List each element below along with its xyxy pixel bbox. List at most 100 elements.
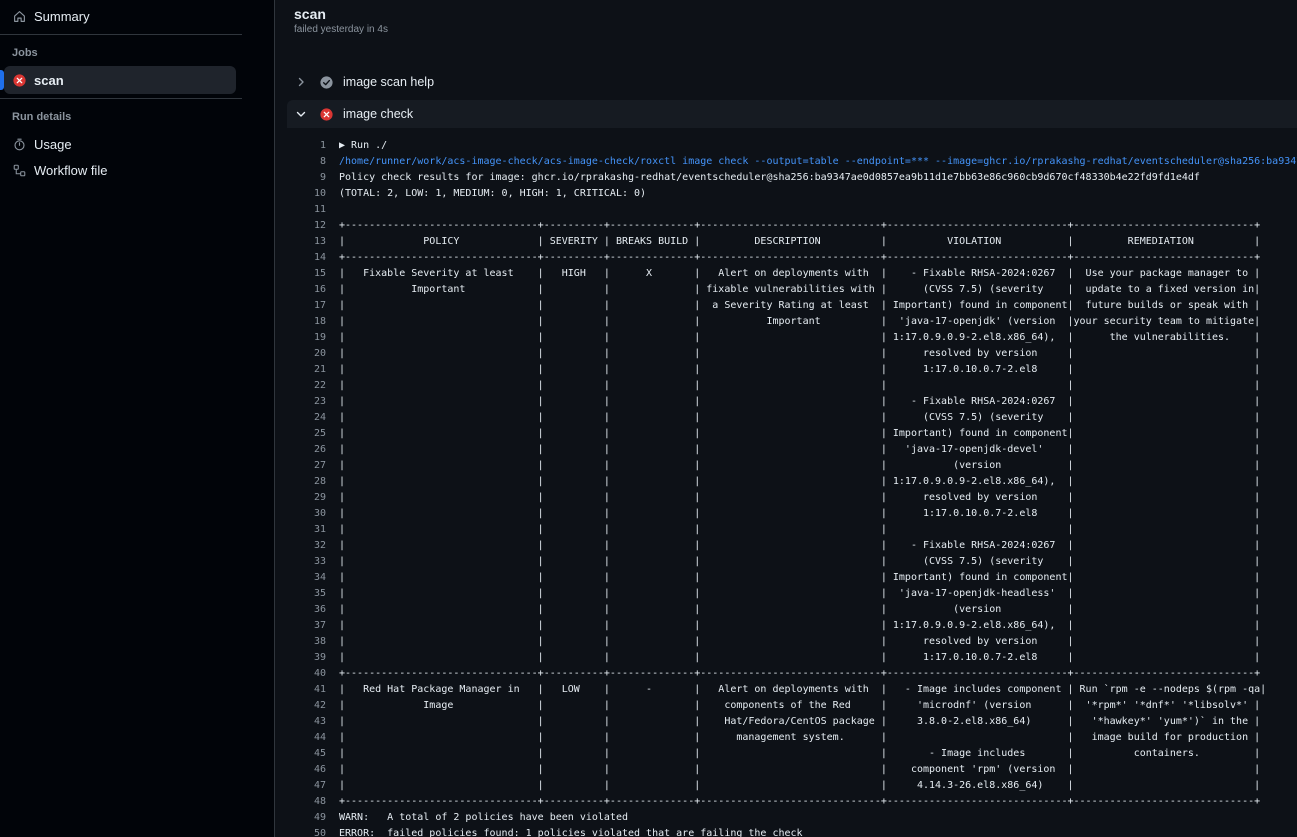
log-line-text: | | | | management system. | | image bui… bbox=[339, 732, 1261, 743]
log-line: 30 | | | | | 1:17.0.10.0.7-2.el8 | | bbox=[275, 506, 1297, 522]
log-line: 16 | Important | | | fixable vulnerabilit… bbox=[275, 282, 1297, 298]
sidebar-divider bbox=[0, 34, 242, 35]
log-line: 21 | | | | | 1:17.0.10.0.7-2.el8 | | bbox=[275, 362, 1297, 378]
log-line-number[interactable]: 25 bbox=[275, 426, 326, 442]
log-line-text: | | | | | 1:17.0.9.0.9-2.el8.x86_64), | … bbox=[339, 620, 1261, 631]
log-line-number[interactable]: 38 bbox=[275, 634, 326, 650]
log-line-number[interactable]: 37 bbox=[275, 618, 326, 634]
log-line-text: | | | | | | | bbox=[339, 524, 1261, 535]
log-line-number[interactable]: 22 bbox=[275, 378, 326, 394]
log-line-number[interactable]: 40 bbox=[275, 666, 326, 682]
log-line-number[interactable]: 13 bbox=[275, 234, 326, 250]
log-line-text: | | | | Important | 'java-17-openjdk' (v… bbox=[339, 316, 1261, 327]
log-line-number[interactable]: 29 bbox=[275, 490, 326, 506]
sidebar-item-workflow-file-label: Workflow file bbox=[34, 162, 108, 178]
log-line-text: +--------------------------------+------… bbox=[339, 668, 1261, 679]
log-line-number[interactable]: 41 bbox=[275, 682, 326, 698]
log-line: 34 | | | | | Important) found in componen… bbox=[275, 570, 1297, 586]
step-label: image scan help bbox=[343, 75, 435, 89]
sidebar: Summary Jobs scan Run details Usage Work… bbox=[0, 0, 275, 837]
log-line-number[interactable]: 43 bbox=[275, 714, 326, 730]
log-group-toggle[interactable]: ▶ Run ./ bbox=[339, 138, 387, 154]
log-line-number[interactable]: 19 bbox=[275, 330, 326, 346]
log-line-number[interactable]: 9 bbox=[275, 170, 326, 186]
log-line: 13 | POLICY | SEVERITY | BREAKS BUILD | D… bbox=[275, 234, 1297, 250]
log-line-number[interactable]: 8 bbox=[275, 154, 326, 170]
log-line-text: Policy check results for image: ghcr.io/… bbox=[339, 172, 1200, 183]
log-line-number[interactable]: 31 bbox=[275, 522, 326, 538]
log-line-number[interactable]: 11 bbox=[275, 202, 326, 218]
log-line-number[interactable]: 16 bbox=[275, 282, 326, 298]
log-line-number[interactable]: 49 bbox=[275, 810, 326, 826]
failure-icon bbox=[12, 73, 26, 87]
log-line-number[interactable]: 33 bbox=[275, 554, 326, 570]
log-line: 25 | | | | | Important) found in componen… bbox=[275, 426, 1297, 442]
log-line-text: | | | | Hat/Fedora/CentOS package | 3.8.… bbox=[339, 716, 1261, 727]
log-line-number[interactable]: 23 bbox=[275, 394, 326, 410]
log-line-number[interactable]: 44 bbox=[275, 730, 326, 746]
log-line-text: | | | | | 1:17.0.9.0.9-2.el8.x86_64), | … bbox=[339, 332, 1261, 343]
log-line-text: | | | | | 'java-17-openjdk-headless' | | bbox=[339, 588, 1261, 599]
log-line-text: | | | | | resolved by version | | bbox=[339, 492, 1261, 503]
step-image-check[interactable]: image check bbox=[287, 100, 1297, 128]
log-line-number[interactable]: 28 bbox=[275, 474, 326, 490]
sidebar-item-job-label: scan bbox=[34, 72, 64, 88]
log-line-number[interactable]: 30 bbox=[275, 506, 326, 522]
log-line-number[interactable]: 34 bbox=[275, 570, 326, 586]
log-line: 14 +--------------------------------+----… bbox=[275, 250, 1297, 266]
log-line-number[interactable]: 24 bbox=[275, 410, 326, 426]
success-icon bbox=[319, 75, 333, 89]
log-line-number[interactable]: 20 bbox=[275, 346, 326, 362]
log-line-number[interactable]: 27 bbox=[275, 458, 326, 474]
log-line-number[interactable]: 14 bbox=[275, 250, 326, 266]
log-line-number[interactable]: 47 bbox=[275, 778, 326, 794]
log-line: 29 | | | | | resolved by version | | bbox=[275, 490, 1297, 506]
log-output: 1 ▶ Run ./8/home/runner/work/acs-image-ch… bbox=[275, 138, 1297, 837]
log-line-text: +--------------------------------+------… bbox=[339, 796, 1261, 807]
sidebar-item-job-scan[interactable]: scan bbox=[0, 66, 236, 94]
log-line-text: | | | | | (version | | bbox=[339, 460, 1261, 471]
sidebar-item-summary[interactable]: Summary bbox=[4, 2, 236, 30]
step-image-scan-help[interactable]: image scan help bbox=[287, 68, 1297, 96]
log-line: 19 | | | | | 1:17.0.9.0.9-2.el8.x86_64), … bbox=[275, 330, 1297, 346]
log-line-number[interactable]: 39 bbox=[275, 650, 326, 666]
log-line-number[interactable]: 10 bbox=[275, 186, 326, 202]
chevron-right-icon bbox=[293, 77, 309, 87]
log-line-text: | | | | | (CVSS 7.5) (severity | | bbox=[339, 556, 1261, 567]
log-line: 8/home/runner/work/acs-image-check/acs-i… bbox=[275, 154, 1297, 170]
stopwatch-icon bbox=[12, 137, 26, 151]
sidebar-item-workflow-file[interactable]: Workflow file bbox=[4, 156, 236, 184]
log-line-number[interactable]: 35 bbox=[275, 586, 326, 602]
log-line: 37 | | | | | 1:17.0.9.0.9-2.el8.x86_64), … bbox=[275, 618, 1297, 634]
log-line-number[interactable]: 15 bbox=[275, 266, 326, 282]
log-line-number[interactable]: 26 bbox=[275, 442, 326, 458]
log-line-number[interactable]: 18 bbox=[275, 314, 326, 330]
log-line-number[interactable]: 32 bbox=[275, 538, 326, 554]
log-line-number[interactable]: 12 bbox=[275, 218, 326, 234]
log-line-text: | | | | | 'java-17-openjdk-devel' | | bbox=[339, 444, 1261, 455]
log-line: 23 | | | | | - Fixable RHSA-2024:0267 | | bbox=[275, 394, 1297, 410]
log-line-text: (TOTAL: 2, LOW: 1, MEDIUM: 0, HIGH: 1, C… bbox=[339, 188, 647, 199]
log-line-number[interactable]: 17 bbox=[275, 298, 326, 314]
log-line-text: | | | | | resolved by version | | bbox=[339, 348, 1261, 359]
log-line: 46 | | | | | component 'rpm' (version | | bbox=[275, 762, 1297, 778]
log-line: 20 | | | | | resolved by version | | bbox=[275, 346, 1297, 362]
log-line: 43 | | | | Hat/Fedora/CentOS package | 3.… bbox=[275, 714, 1297, 730]
log-line-number[interactable]: 46 bbox=[275, 762, 326, 778]
log-line-number[interactable]: 42 bbox=[275, 698, 326, 714]
log-line: 24 | | | | | (CVSS 7.5) (severity | | bbox=[275, 410, 1297, 426]
log-line-text: WARN: A total of 2 policies have been vi… bbox=[339, 812, 628, 823]
log-line-number[interactable]: 48 bbox=[275, 794, 326, 810]
log-line: 39 | | | | | 1:17.0.10.0.7-2.el8 | | bbox=[275, 650, 1297, 666]
sidebar-item-usage[interactable]: Usage bbox=[4, 130, 236, 158]
log-line-text: | | | | | | | bbox=[339, 380, 1261, 391]
log-line-number[interactable]: 45 bbox=[275, 746, 326, 762]
log-line-number[interactable]: 21 bbox=[275, 362, 326, 378]
log-line-number[interactable]: 36 bbox=[275, 602, 326, 618]
log-line-text: | | | | | 1:17.0.10.0.7-2.el8 | | bbox=[339, 364, 1261, 375]
log-line-number[interactable]: 1 bbox=[275, 138, 326, 154]
log-line-number[interactable]: 50 bbox=[275, 826, 326, 837]
log-line-text: | | | | | - Fixable RHSA-2024:0267 | | bbox=[339, 540, 1261, 551]
log-line-text: | | | | | resolved by version | | bbox=[339, 636, 1261, 647]
log-line-text: | | | | a Severity Rating at least | Imp… bbox=[339, 300, 1261, 311]
